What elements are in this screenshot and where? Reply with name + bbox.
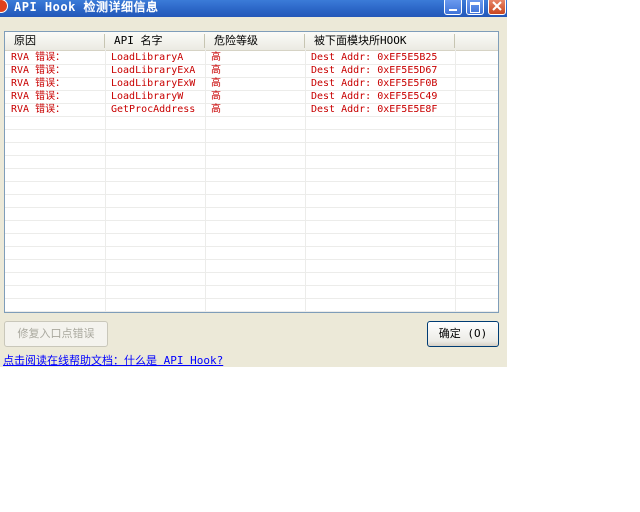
table-row[interactable] [5, 298, 498, 312]
cell-risk-level: 高 [211, 104, 221, 115]
app-icon [0, 0, 8, 13]
table-row[interactable] [5, 155, 498, 169]
close-icon[interactable] [488, 0, 506, 15]
cell-api-name: GetProcAddress [111, 104, 196, 115]
grid-line [305, 50, 306, 312]
grid-line [105, 50, 106, 312]
column-divider[interactable] [454, 34, 455, 48]
fix-entry-point-button[interactable]: 修复入口点错误 [4, 321, 108, 347]
ok-button[interactable]: 确定 (O) [427, 321, 499, 347]
column-header-risk-level[interactable]: 危险等级 [205, 32, 305, 50]
table-row[interactable] [5, 116, 498, 130]
table-row[interactable]: RVA 错误： LoadLibraryW 高 Dest Addr: 0xEF5E5C4… [5, 90, 498, 104]
table-row[interactable] [5, 207, 498, 221]
table-row[interactable] [5, 181, 498, 195]
table-row[interactable] [5, 233, 498, 247]
grid-line [455, 50, 456, 312]
column-header-hooked-by[interactable]: 被下面模块所HOOK [305, 32, 455, 50]
cell-hooked-by: Dest Addr: 0xEF5E5C49 [311, 91, 438, 102]
cell-risk-level: 高 [211, 91, 221, 102]
api-hook-detail-window: API Hook 检测详细信息 原因 API 名字 危险等级 被下面模块所HOO… [0, 0, 507, 367]
table-row[interactable] [5, 220, 498, 234]
cell-hooked-by: Dest Addr: 0xEF5E5D67 [311, 65, 438, 76]
cell-hooked-by: Dest Addr: 0xEF5E5F0B [311, 78, 438, 89]
grid-line [205, 50, 206, 312]
table-row[interactable]: RVA 错误： LoadLibraryExA 高 Dest Addr: 0xEF5E5… [5, 64, 498, 78]
window-title: API Hook 检测详细信息 [14, 0, 159, 14]
table-row[interactable] [5, 285, 498, 299]
table-row[interactable] [5, 129, 498, 143]
help-link[interactable]: 点击阅读在线帮助文档：什么是 API Hook? [3, 352, 223, 368]
cell-reason: RVA 错误： [11, 91, 66, 102]
title-bar[interactable]: API Hook 检测详细信息 [0, 0, 507, 17]
table-row[interactable]: RVA 错误： LoadLibraryA 高 Dest Addr: 0xEF5E5B2… [5, 51, 498, 65]
column-header-api-name[interactable]: API 名字 [105, 32, 205, 50]
list-header: 原因 API 名字 危险等级 被下面模块所HOOK [5, 32, 498, 51]
table-row[interactable] [5, 246, 498, 260]
maximize-icon[interactable] [466, 0, 484, 15]
table-row[interactable] [5, 168, 498, 182]
minimize-icon[interactable] [444, 0, 462, 15]
cell-risk-level: 高 [211, 78, 221, 89]
hook-list[interactable]: 原因 API 名字 危险等级 被下面模块所HOOK RVA 错误： LoadLib… [4, 31, 499, 313]
cell-hooked-by: Dest Addr: 0xEF5E5B25 [311, 52, 438, 63]
table-row[interactable] [5, 272, 498, 286]
cell-risk-level: 高 [211, 52, 221, 63]
cell-reason: RVA 错误： [11, 52, 66, 63]
cell-api-name: LoadLibraryExW [111, 78, 196, 89]
table-row[interactable]: RVA 错误： LoadLibraryExW 高 Dest Addr: 0xEF5E5… [5, 77, 498, 91]
cell-api-name: LoadLibraryA [111, 52, 184, 63]
cell-reason: RVA 错误： [11, 78, 66, 89]
cell-api-name: LoadLibraryW [111, 91, 184, 102]
cell-hooked-by: Dest Addr: 0xEF5E5E8F [311, 104, 438, 115]
cell-api-name: LoadLibraryExA [111, 65, 196, 76]
table-row[interactable] [5, 194, 498, 208]
cell-reason: RVA 错误： [11, 104, 66, 115]
table-row[interactable]: RVA 错误： GetProcAddress 高 Dest Addr: 0xEF5E5… [5, 103, 498, 117]
cell-reason: RVA 错误： [11, 65, 66, 76]
table-row[interactable] [5, 142, 498, 156]
cell-risk-level: 高 [211, 65, 221, 76]
column-header-reason[interactable]: 原因 [5, 32, 105, 50]
table-row[interactable] [5, 259, 498, 273]
